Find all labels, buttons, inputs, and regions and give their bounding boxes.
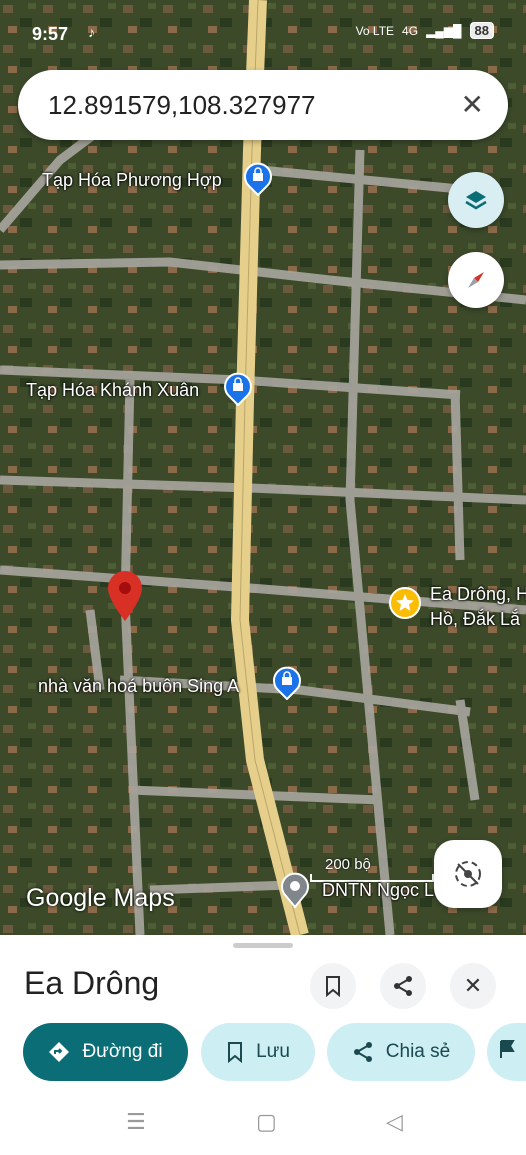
close-button[interactable]: ✕ (450, 963, 496, 1009)
google-maps-logo: Google Maps (26, 884, 175, 912)
clear-search-icon[interactable]: ✕ (461, 88, 484, 121)
status-time: 9:57 (32, 24, 69, 44)
location-off-icon (455, 861, 481, 887)
layers-icon (465, 191, 487, 210)
directions-icon (48, 1041, 70, 1063)
shopping-poi-icon[interactable] (272, 666, 302, 700)
directions-label: Đường đi (82, 1041, 163, 1062)
place-sheet[interactable]: Ea Drông ✕ Đường đi Lưu Chia sẻ ☰ ▢ ◁ (0, 935, 526, 1155)
shopping-poi-icon[interactable] (223, 372, 253, 406)
share-icon (352, 1041, 374, 1063)
share-label: Chia sẻ (385, 1041, 451, 1062)
poi-label-nha-van-hoa[interactable]: nhà văn hoá buôn Sing A (38, 676, 239, 697)
bookmark-icon (226, 1041, 244, 1063)
share-icon (394, 976, 412, 996)
search-query[interactable]: 12.891579,108.327977 (48, 90, 316, 121)
poi-label-ea-drong-2[interactable]: Hồ, Đắk Lắ (430, 609, 520, 630)
flag-icon (498, 1039, 516, 1065)
star-poi-icon[interactable] (388, 586, 422, 620)
bookmark-button[interactable] (310, 963, 356, 1009)
save-button[interactable]: Lưu (201, 1023, 315, 1081)
scale-label: 200 bộ (325, 856, 371, 873)
signal-icon: ▂▄▆█ (426, 23, 462, 38)
close-icon: ✕ (463, 973, 483, 998)
directions-button[interactable]: Đường đi (23, 1023, 188, 1081)
poi-label-phuong-hop[interactable]: Tạp Hóa Phương Hợp (42, 170, 222, 191)
back-icon[interactable]: ◁ (386, 1109, 403, 1135)
poi-label-dntn[interactable]: DNTN Ngọc Lo (322, 880, 444, 901)
signal-label: 4G (402, 23, 419, 38)
poi-label-khanh-xuan[interactable]: Tạp Hóa Khánh Xuân (26, 380, 199, 401)
place-title: Ea Drông (24, 965, 160, 1001)
sheet-drag-handle[interactable] (233, 943, 293, 948)
recents-icon[interactable]: ☰ (126, 1109, 146, 1135)
share-button[interactable] (380, 963, 426, 1009)
share-chip[interactable]: Chia sẻ (327, 1023, 475, 1081)
my-location-button[interactable] (434, 840, 502, 908)
tiktok-icon: ♪ (88, 24, 95, 40)
compass-icon (468, 272, 484, 288)
layers-button[interactable] (448, 172, 504, 228)
home-icon[interactable]: ▢ (256, 1109, 277, 1135)
status-bar: 9:57 ♪ Vo LTE 4G ▂▄▆█ 88 (0, 0, 526, 62)
poi-label-ea-drong-1[interactable]: Ea Drông, H (430, 584, 526, 605)
compass-button[interactable] (448, 252, 504, 308)
map-view[interactable]: 9:57 ♪ Vo LTE 4G ▂▄▆█ 88 12.891579,108.3… (0, 0, 526, 935)
battery-icon: 88 (469, 22, 494, 39)
location-pin-icon[interactable] (106, 570, 144, 622)
satellite-map (0, 0, 526, 935)
search-bar[interactable]: 12.891579,108.327977 ✕ (18, 70, 508, 140)
network-label: Vo LTE (355, 23, 395, 38)
bookmark-icon (326, 976, 340, 997)
save-label: Lưu (256, 1041, 290, 1062)
more-chip[interactable] (487, 1023, 526, 1081)
shopping-poi-icon[interactable] (243, 162, 273, 196)
gray-poi-icon[interactable] (280, 872, 310, 908)
system-nav-bar: ☰ ▢ ◁ (0, 1095, 526, 1155)
